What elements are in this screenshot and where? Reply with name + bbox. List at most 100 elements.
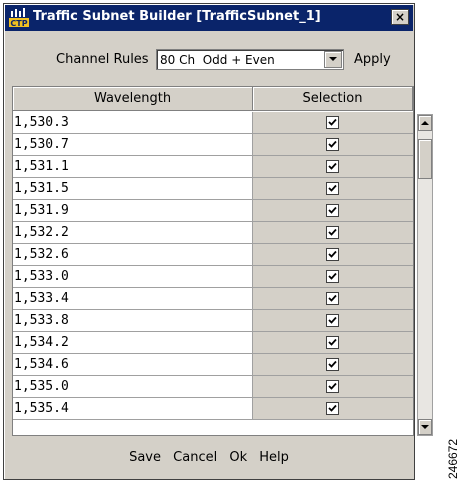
app-icon-label: CTP — [10, 19, 27, 28]
table-row[interactable]: 1,531.1 — [13, 156, 413, 178]
vertical-scrollbar[interactable] — [417, 114, 433, 436]
wavelength-cell[interactable]: 1,532.6 — [13, 244, 253, 266]
selection-cell — [253, 244, 413, 266]
table-body: 1,530.3 1,530.7 1,531.1 1,531.5 1,531.9 1,532… — [13, 112, 413, 420]
checkmark-icon — [328, 382, 337, 390]
selection-checkbox[interactable] — [326, 358, 339, 371]
selection-cell — [253, 200, 413, 222]
selection-checkbox[interactable] — [326, 248, 339, 261]
wavelength-cell[interactable]: 1,530.7 — [13, 134, 253, 156]
table-row[interactable]: 1,532.6 — [13, 244, 413, 266]
figure-id-text: 246672 — [446, 438, 460, 480]
selection-cell — [253, 178, 413, 200]
selection-cell — [253, 310, 413, 332]
wavelength-cell[interactable]: 1,533.4 — [13, 288, 253, 310]
selection-cell — [253, 222, 413, 244]
save-button[interactable]: Save — [129, 450, 161, 465]
checkmark-icon — [328, 140, 337, 148]
table-row[interactable]: 1,531.9 — [13, 200, 413, 222]
checkmark-icon — [328, 360, 337, 368]
window-title: Traffic Subnet Builder [TrafficSubnet_1] — [33, 9, 321, 24]
ok-button[interactable]: Ok — [229, 450, 247, 465]
arrow-down-icon — [421, 425, 429, 429]
selection-checkbox[interactable] — [326, 380, 339, 393]
dropdown-button[interactable] — [324, 51, 342, 68]
column-header-wavelength[interactable]: Wavelength — [13, 87, 253, 111]
checkmark-icon — [328, 294, 337, 302]
selection-cell — [253, 266, 413, 288]
selection-cell — [253, 354, 413, 376]
checkmark-icon — [328, 250, 337, 258]
wavelength-cell[interactable]: 1,535.0 — [13, 376, 253, 398]
selection-checkbox[interactable] — [326, 160, 339, 173]
selection-cell — [253, 332, 413, 354]
table-row[interactable]: 1,534.2 — [13, 332, 413, 354]
selection-checkbox[interactable] — [326, 336, 339, 349]
selection-checkbox[interactable] — [326, 226, 339, 239]
table-row[interactable]: 1,530.3 — [13, 112, 413, 134]
selection-checkbox[interactable] — [326, 182, 339, 195]
wavelength-cell[interactable]: 1,531.9 — [13, 200, 253, 222]
table-row[interactable]: 1,530.7 — [13, 134, 413, 156]
table-row[interactable]: 1,533.4 — [13, 288, 413, 310]
scrollbar-thumb[interactable] — [418, 139, 432, 179]
selection-checkbox[interactable] — [326, 116, 339, 129]
checkmark-icon — [328, 184, 337, 192]
selection-checkbox[interactable] — [326, 314, 339, 327]
wavelength-table: Wavelength Selection 1,530.3 1,530.7 1,531… — [12, 86, 414, 436]
cancel-button[interactable]: Cancel — [173, 450, 217, 465]
help-button[interactable]: Help — [259, 450, 289, 465]
selection-cell — [253, 112, 413, 134]
checkmark-icon — [328, 272, 337, 280]
channel-rules-row: Channel Rules 80 Ch Odd + Even Apply — [4, 48, 414, 72]
table-row[interactable]: 1,531.5 — [13, 178, 413, 200]
ctp-app-icon: CTP — [9, 8, 29, 28]
close-button[interactable]: × — [391, 9, 409, 25]
table-row[interactable]: 1,534.6 — [13, 354, 413, 376]
wavelength-cell[interactable]: 1,533.8 — [13, 310, 253, 332]
table-header: Wavelength Selection — [13, 87, 413, 111]
dialog-window: CTP Traffic Subnet Builder [TrafficSubne… — [3, 3, 433, 480]
wavelength-cell[interactable]: 1,535.4 — [13, 398, 253, 420]
scroll-down-button[interactable] — [418, 419, 432, 435]
checkmark-icon — [328, 316, 337, 324]
selection-cell — [253, 376, 413, 398]
wavelength-cell[interactable]: 1,532.2 — [13, 222, 253, 244]
selection-checkbox[interactable] — [326, 292, 339, 305]
table-row[interactable]: 1,532.2 — [13, 222, 413, 244]
column-header-selection[interactable]: Selection — [253, 87, 413, 111]
wavelength-cell[interactable]: 1,534.2 — [13, 332, 253, 354]
table-row[interactable]: 1,533.8 — [13, 310, 413, 332]
wavelength-cell[interactable]: 1,534.6 — [13, 354, 253, 376]
selection-cell — [253, 398, 413, 420]
wavelength-cell[interactable]: 1,533.0 — [13, 266, 253, 288]
wavelength-cell[interactable]: 1,531.5 — [13, 178, 253, 200]
channel-rules-value: 80 Ch Odd + Even — [160, 53, 275, 67]
title-bar[interactable]: CTP Traffic Subnet Builder [TrafficSubne… — [5, 5, 413, 31]
checkmark-icon — [328, 404, 337, 412]
selection-cell — [253, 134, 413, 156]
checkmark-icon — [328, 228, 337, 236]
checkmark-icon — [328, 338, 337, 346]
wavelength-cell[interactable]: 1,531.1 — [13, 156, 253, 178]
chevron-down-icon — [329, 57, 337, 61]
channel-rules-select[interactable]: 80 Ch Odd + Even — [156, 49, 344, 70]
arrow-up-icon — [421, 121, 429, 125]
wavelength-cell[interactable]: 1,530.3 — [13, 112, 253, 134]
table-row[interactable]: 1,535.4 — [13, 398, 413, 420]
selection-cell — [253, 156, 413, 178]
selection-checkbox[interactable] — [326, 138, 339, 151]
footer-buttons: Save Cancel Ok Help — [4, 450, 414, 472]
apply-button[interactable]: Apply — [354, 52, 391, 67]
selection-checkbox[interactable] — [326, 402, 339, 415]
figure-id: 246672 — [446, 435, 460, 483]
selection-checkbox[interactable] — [326, 270, 339, 283]
checkmark-icon — [328, 162, 337, 170]
scroll-up-button[interactable] — [418, 115, 432, 131]
table-row[interactable]: 1,535.0 — [13, 376, 413, 398]
table-row[interactable]: 1,533.0 — [13, 266, 413, 288]
selection-checkbox[interactable] — [326, 204, 339, 217]
checkmark-icon — [328, 206, 337, 214]
channel-rules-label: Channel Rules — [56, 52, 149, 67]
checkmark-icon — [328, 118, 337, 126]
